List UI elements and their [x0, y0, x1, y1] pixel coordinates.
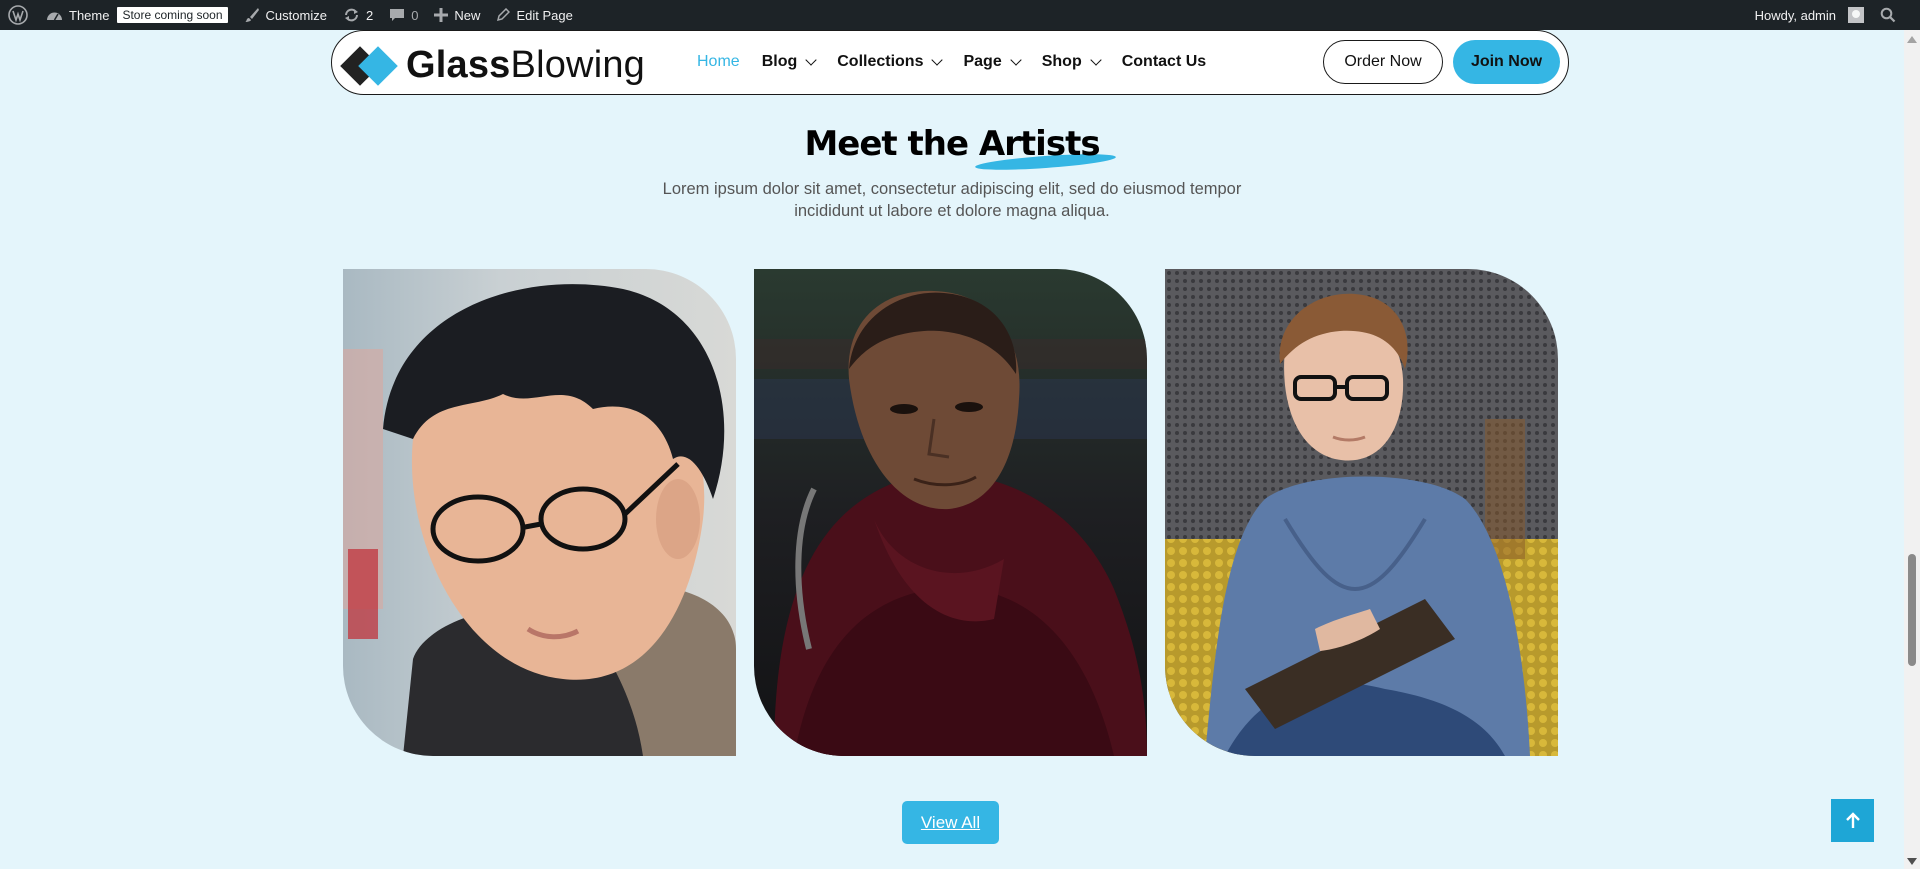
nav-item-page[interactable]: Page [963, 53, 1022, 71]
admin-bar: Theme Store coming soon Customize 2 0 Ne… [0, 0, 1920, 30]
order-now-button[interactable]: Order Now [1323, 40, 1443, 84]
site-header: GlassBlowing Home Blog Collections Page … [331, 30, 1569, 95]
pencil-icon [497, 8, 511, 22]
join-now-button[interactable]: Join Now [1453, 40, 1560, 84]
theme-label: Theme [69, 7, 110, 23]
artist-photo-3 [1165, 269, 1558, 756]
greeting: Howdy, admin [1754, 7, 1836, 23]
theme-menu[interactable]: Theme Store coming soon [38, 0, 236, 30]
new-content-menu[interactable]: New [426, 0, 488, 30]
section-subtitle: Lorem ipsum dolor sit amet, consectetur … [662, 180, 1242, 220]
chevron-down-icon [931, 53, 944, 66]
view-all-button[interactable]: View All [902, 801, 999, 844]
title-highlight: Artists [978, 124, 1101, 164]
logo-text: GlassBlowing [406, 44, 646, 86]
comments-link[interactable]: 0 [381, 0, 426, 30]
chevron-down-icon [1010, 53, 1022, 66]
customize-link[interactable]: Customize [236, 0, 335, 30]
chevron-down-icon [1090, 53, 1102, 66]
artist-card-1[interactable] [343, 269, 736, 756]
nav-item-home[interactable]: Home [697, 53, 740, 71]
nav-item-contact[interactable]: Contact Us [1122, 53, 1206, 71]
artist-card-2[interactable] [754, 269, 1147, 756]
scroll-up-icon[interactable] [1907, 36, 1917, 43]
theme-icon [47, 12, 62, 21]
arrow-up-icon [1845, 811, 1860, 828]
back-to-top-button[interactable] [1831, 799, 1874, 842]
updates-link[interactable]: 2 [335, 0, 381, 30]
avatar [1848, 7, 1864, 23]
scrollbar-thumb[interactable] [1908, 554, 1916, 666]
wordpress-menu[interactable] [0, 0, 38, 30]
main-nav: Home Blog Collections Page Shop Contact … [697, 31, 1228, 93]
scroll-down-icon[interactable] [1907, 858, 1917, 865]
nav-item-shop[interactable]: Shop [1042, 53, 1102, 71]
artist-photo-2 [754, 269, 1147, 756]
new-label: New [454, 7, 481, 23]
updates-icon [344, 8, 358, 22]
comments-count: 0 [411, 7, 419, 23]
artist-photo-1 [343, 269, 736, 756]
wordpress-icon [8, 5, 28, 25]
site-logo[interactable]: GlassBlowing [340, 44, 646, 87]
updates-count: 2 [365, 7, 374, 23]
logo-mark-icon [340, 45, 398, 87]
plus-icon [434, 8, 449, 22]
edit-page-label: Edit Page [516, 7, 573, 23]
edit-page-link[interactable]: Edit Page [488, 0, 580, 30]
account-menu[interactable]: Howdy, admin [1747, 0, 1872, 30]
artist-card-3[interactable] [1165, 269, 1558, 756]
chevron-down-icon [805, 53, 817, 66]
customize-icon [244, 8, 259, 22]
search-icon [1880, 7, 1896, 23]
admin-search[interactable] [1872, 0, 1904, 30]
comment-icon [390, 9, 405, 21]
nav-item-blog[interactable]: Blog [762, 53, 817, 71]
section-title: Meet the Artists [804, 124, 1101, 164]
customize-label: Customize [265, 7, 327, 23]
store-status-badge: Store coming soon [117, 7, 228, 23]
nav-item-collections[interactable]: Collections [837, 53, 944, 71]
page-scrollbar[interactable] [1904, 30, 1920, 869]
